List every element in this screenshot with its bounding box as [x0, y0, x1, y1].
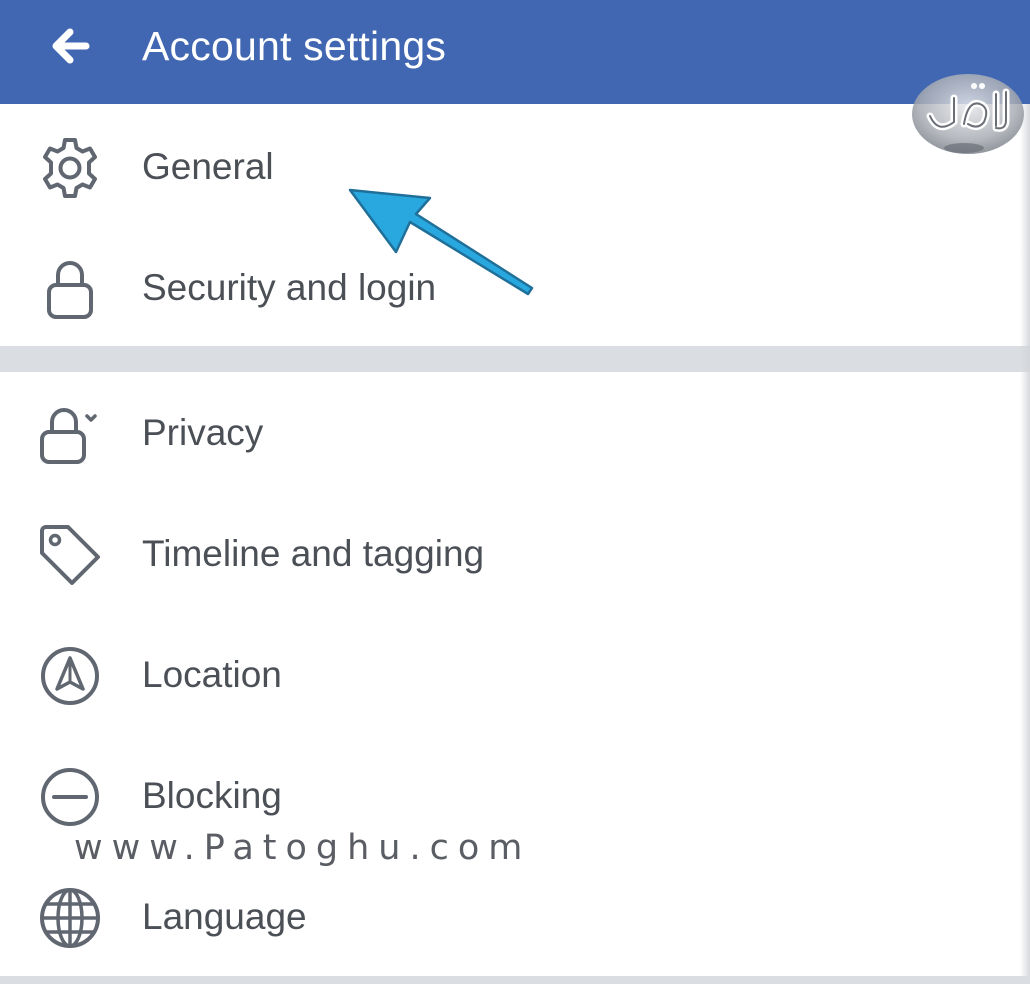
- settings-item-timeline-and-tagging[interactable]: Timeline and tagging: [0, 493, 1020, 614]
- top-app-bar: Account settings: [0, 0, 1030, 104]
- location-arrow-icon: [38, 644, 102, 708]
- arrow-left-icon: [52, 28, 90, 64]
- settings-item-label: Timeline and tagging: [142, 532, 485, 574]
- page-title: Account settings: [142, 23, 447, 69]
- tag-icon: [38, 523, 102, 587]
- screen-edge-shadow: [1020, 104, 1030, 976]
- lock-icon: [38, 257, 102, 321]
- back-button[interactable]: [36, 18, 104, 74]
- watermark-text: www.Patoghu.com: [74, 828, 532, 868]
- settings-item-label: Privacy: [142, 411, 264, 453]
- settings-item-location[interactable]: Location: [0, 614, 1020, 735]
- site-logo: [912, 74, 1024, 154]
- globe-icon: [38, 886, 102, 950]
- section-divider: [0, 976, 1030, 984]
- block-icon: [38, 765, 102, 829]
- settings-item-label: Location: [142, 653, 282, 695]
- settings-item-label: Language: [142, 895, 307, 937]
- settings-item-label: General: [142, 145, 274, 187]
- annotation-arrow-icon: [348, 188, 534, 296]
- settings-section-privacy: Privacy Timeline and tagging Location Bl…: [0, 372, 1030, 976]
- settings-item-language[interactable]: Language: [0, 856, 1020, 977]
- section-divider: [0, 346, 1030, 372]
- lock-chevron-icon: [38, 402, 102, 466]
- gear-icon: [38, 136, 102, 200]
- settings-item-privacy[interactable]: Privacy: [0, 372, 1020, 493]
